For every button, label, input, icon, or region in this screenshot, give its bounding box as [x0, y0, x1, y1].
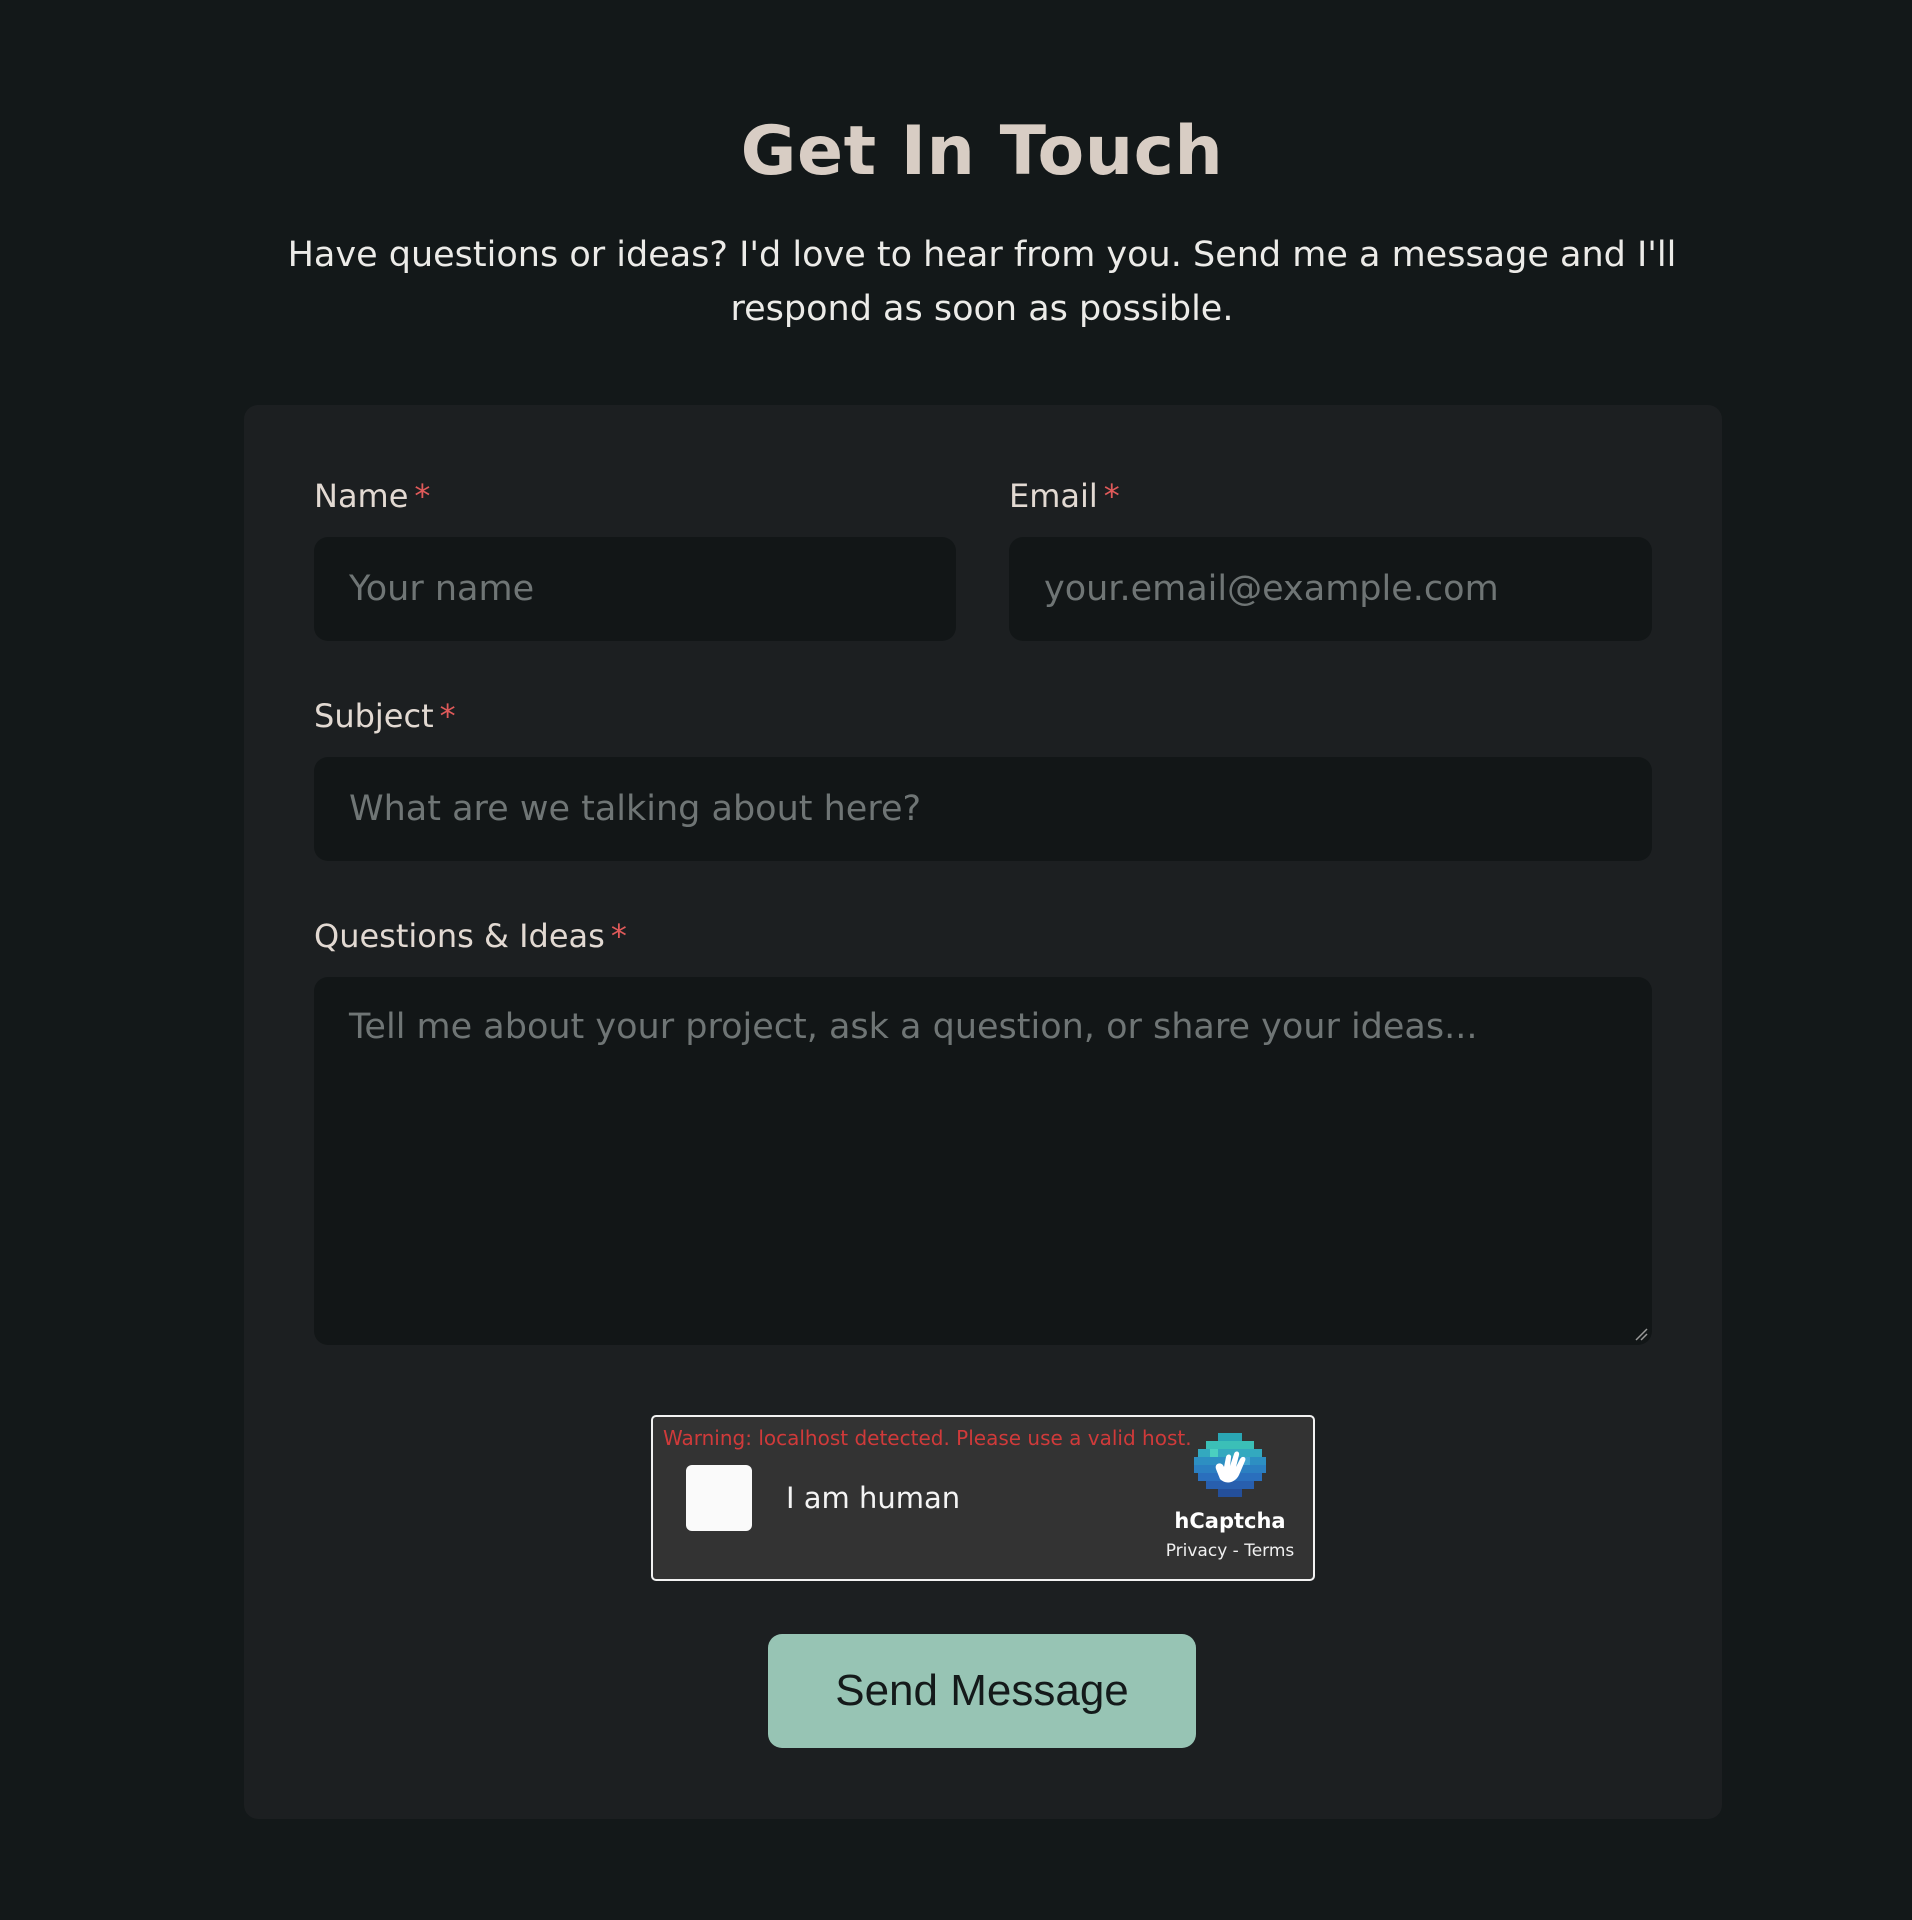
email-label: Email *	[1009, 477, 1120, 515]
email-placeholder: your.email@example.com	[1044, 569, 1499, 609]
message-placeholder: Tell me about your project, ask a questi…	[349, 1007, 1478, 1047]
hcaptcha-widget: Warning: localhost detected. Please use …	[651, 1415, 1315, 1581]
page-subtitle: Have questions or ideas? I'd love to hea…	[287, 235, 1677, 329]
required-asterisk: *	[414, 477, 431, 515]
message-label: Questions & Ideas *	[314, 917, 627, 955]
message-label-text: Questions & Ideas	[314, 917, 605, 955]
contact-form-card: Name * Your name Email * your.email@exampl…	[244, 405, 1722, 1819]
required-asterisk: *	[439, 697, 456, 735]
captcha-checkbox[interactable]	[686, 1465, 752, 1531]
subject-input[interactable]: What are we talking about here?	[314, 757, 1652, 861]
name-label: Name *	[314, 477, 430, 515]
subject-label-text: Subject	[314, 697, 434, 735]
page-title: Get In Touch	[740, 112, 1224, 191]
name-label-text: Name	[314, 477, 409, 515]
name-input[interactable]: Your name	[314, 537, 956, 641]
hcaptcha-logo-icon	[1194, 1433, 1266, 1497]
subject-placeholder: What are we talking about here?	[349, 789, 922, 829]
send-message-button[interactable]: Send Message	[768, 1634, 1196, 1748]
privacy-link[interactable]: Privacy	[1166, 1541, 1228, 1561]
message-textarea[interactable]: Tell me about your project, ask a questi…	[314, 977, 1652, 1345]
resize-handle-icon[interactable]	[1634, 1327, 1648, 1341]
captcha-links: Privacy - Terms	[1149, 1541, 1311, 1561]
captcha-warning: Warning: localhost detected. Please use …	[663, 1426, 1192, 1450]
terms-link[interactable]: Terms	[1244, 1541, 1294, 1561]
link-separator: -	[1227, 1541, 1245, 1561]
required-asterisk: *	[610, 917, 627, 955]
captcha-checkbox-label: I am human	[786, 1481, 961, 1515]
captcha-brand: hCaptcha	[1174, 1509, 1286, 1533]
email-input[interactable]: your.email@example.com	[1009, 537, 1652, 641]
email-label-text: Email	[1009, 477, 1098, 515]
subject-label: Subject *	[314, 697, 456, 735]
name-placeholder: Your name	[349, 569, 535, 609]
required-asterisk: *	[1103, 477, 1120, 515]
